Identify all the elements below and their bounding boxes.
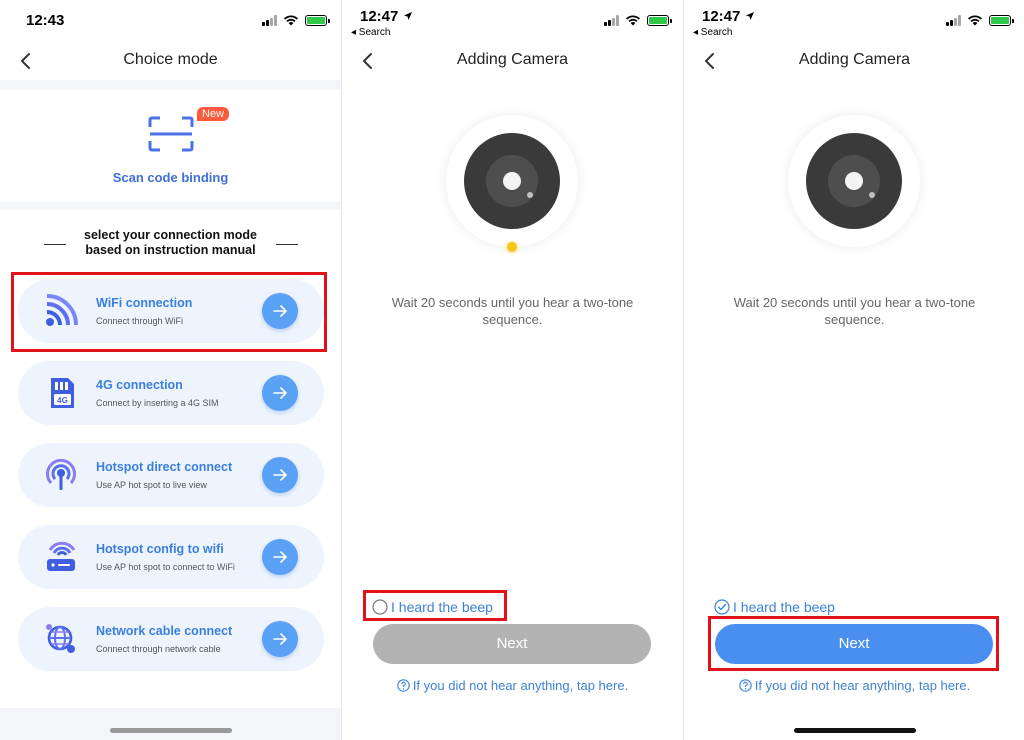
- status-time-text: 12:47: [702, 8, 741, 25]
- hotspot-icon: [46, 459, 76, 490]
- mode-title: 4G connection: [96, 378, 183, 392]
- help-question-icon: [739, 679, 752, 692]
- sim-4g-label: 4G: [57, 396, 68, 405]
- camera-icon: [806, 133, 902, 229]
- adding-camera-screen-checked: 12:47 ◂ Search Adding Camera Wait 20 sec…: [684, 0, 1024, 740]
- arrow-right-icon: [273, 551, 287, 563]
- scan-code-label: Scan code binding: [112, 170, 229, 185]
- mode-card-hotspot-config[interactable]: Hotspot config to wifi Use AP hot spot t…: [18, 525, 324, 589]
- camera-illustration: [788, 115, 920, 247]
- adding-camera-screen-unchecked: 12:47 ◂ Search Adding Camera Wait 20 sec…: [342, 0, 683, 740]
- help-link[interactable]: If you did not hear anything, tap here.: [342, 678, 683, 693]
- section-divider: [0, 202, 341, 210]
- nav-bar: Adding Camera: [342, 40, 683, 80]
- section-divider: [0, 80, 341, 90]
- help-link[interactable]: If you did not hear anything, tap here.: [684, 678, 1024, 693]
- mode-title: Network cable connect: [96, 624, 233, 638]
- wifi-status-icon: [968, 15, 982, 26]
- help-text: If you did not hear anything, tap here.: [412, 678, 629, 693]
- status-icons: [262, 12, 330, 28]
- home-indicator[interactable]: [794, 728, 916, 733]
- status-bar: 12:43: [0, 0, 341, 40]
- highlight-box: [363, 590, 507, 621]
- mode-subtitle: Connect by inserting a 4G SIM: [96, 398, 219, 408]
- battery-icon: [989, 14, 1014, 26]
- mode-card-hotspot-direct[interactable]: Hotspot direct connect Use AP hot spot t…: [18, 443, 324, 507]
- wifi-status-icon: [284, 15, 298, 26]
- back-to-search-link[interactable]: ◂ Search: [351, 27, 390, 38]
- status-time: 12:47: [360, 8, 413, 25]
- instruction-line-2: based on instruction manual: [85, 243, 256, 257]
- bottom-band: [0, 708, 341, 740]
- nav-bar: Choice mode: [0, 40, 341, 80]
- mode-card-4g[interactable]: 4G 4G connection Connect by inserting a …: [18, 361, 324, 425]
- status-led-indicator: [507, 242, 517, 252]
- instruction-rule-right: [276, 244, 298, 245]
- page-title: Adding Camera: [456, 51, 569, 68]
- highlight-box: [11, 272, 327, 352]
- status-time: 12:43: [26, 12, 65, 29]
- cellular-signal-icon: [946, 14, 961, 26]
- camera-illustration: [446, 115, 578, 247]
- arrow-right-icon: [273, 469, 287, 481]
- scan-code-binding[interactable]: New Scan code binding: [0, 90, 341, 202]
- next-button[interactable]: Next: [373, 624, 651, 664]
- location-arrow-icon: [403, 12, 412, 20]
- mode-subtitle: Connect through network cable: [96, 644, 221, 654]
- location-arrow-icon: [745, 12, 754, 20]
- cellular-signal-icon: [262, 14, 277, 26]
- sim-card-icon: 4G: [51, 378, 74, 408]
- router-icon: [47, 541, 76, 571]
- highlight-box: [708, 616, 999, 671]
- mode-go-button[interactable]: [262, 539, 298, 575]
- page-title: Adding Camera: [798, 51, 911, 68]
- status-icons: [946, 12, 1014, 28]
- mode-go-button[interactable]: [262, 375, 298, 411]
- wifi-status-icon: [626, 15, 640, 26]
- status-time: 12:47: [702, 8, 755, 25]
- instruction-line-1: select your connection mode: [84, 228, 257, 242]
- mode-card-network-cable[interactable]: Network cable connect Connect through ne…: [18, 607, 324, 671]
- cellular-signal-icon: [604, 14, 619, 26]
- choice-mode-screen: 12:43 Choice mode New Scan code binding …: [0, 0, 341, 740]
- status-bar: 12:47 ◂ Search: [684, 0, 1024, 40]
- radio-checked-icon: [714, 599, 730, 615]
- instruction-text: Wait 20 seconds until you hear a two-ton…: [391, 295, 634, 327]
- help-question-icon: [397, 679, 410, 692]
- instruction-text: select your connection mode based on ins…: [0, 228, 341, 262]
- mode-subtitle: Use AP hot spot to connect to WiFi: [96, 562, 235, 572]
- nav-bar: Adding Camera: [684, 40, 1024, 80]
- new-badge: New: [197, 107, 230, 121]
- instruction-text: Wait 20 seconds until you hear a two-ton…: [733, 295, 976, 327]
- network-globe-icon: [46, 624, 75, 653]
- status-time-text: 12:47: [360, 8, 399, 25]
- camera-icon: [464, 133, 560, 229]
- mode-go-button[interactable]: [262, 457, 298, 493]
- mode-title: Hotspot config to wifi: [96, 542, 224, 556]
- home-indicator[interactable]: [110, 728, 232, 733]
- mode-go-button[interactable]: [262, 621, 298, 657]
- arrow-right-icon: [273, 387, 287, 399]
- heard-beep-checkbox[interactable]: I heard the beep: [714, 597, 835, 617]
- battery-icon: [647, 14, 672, 26]
- status-bar: 12:47 ◂ Search: [342, 0, 683, 40]
- help-text: If you did not hear anything, tap here.: [754, 678, 971, 693]
- mode-title: Hotspot direct connect: [96, 460, 233, 474]
- status-icons: [604, 12, 672, 28]
- battery-icon: [305, 14, 330, 26]
- back-to-search-link[interactable]: ◂ Search: [693, 27, 732, 38]
- mode-subtitle: Use AP hot spot to live view: [96, 480, 207, 490]
- page-title: Choice mode: [123, 51, 218, 68]
- arrow-right-icon: [273, 633, 287, 645]
- scan-frame-icon: [148, 116, 194, 152]
- heard-beep-label: I heard the beep: [733, 599, 835, 615]
